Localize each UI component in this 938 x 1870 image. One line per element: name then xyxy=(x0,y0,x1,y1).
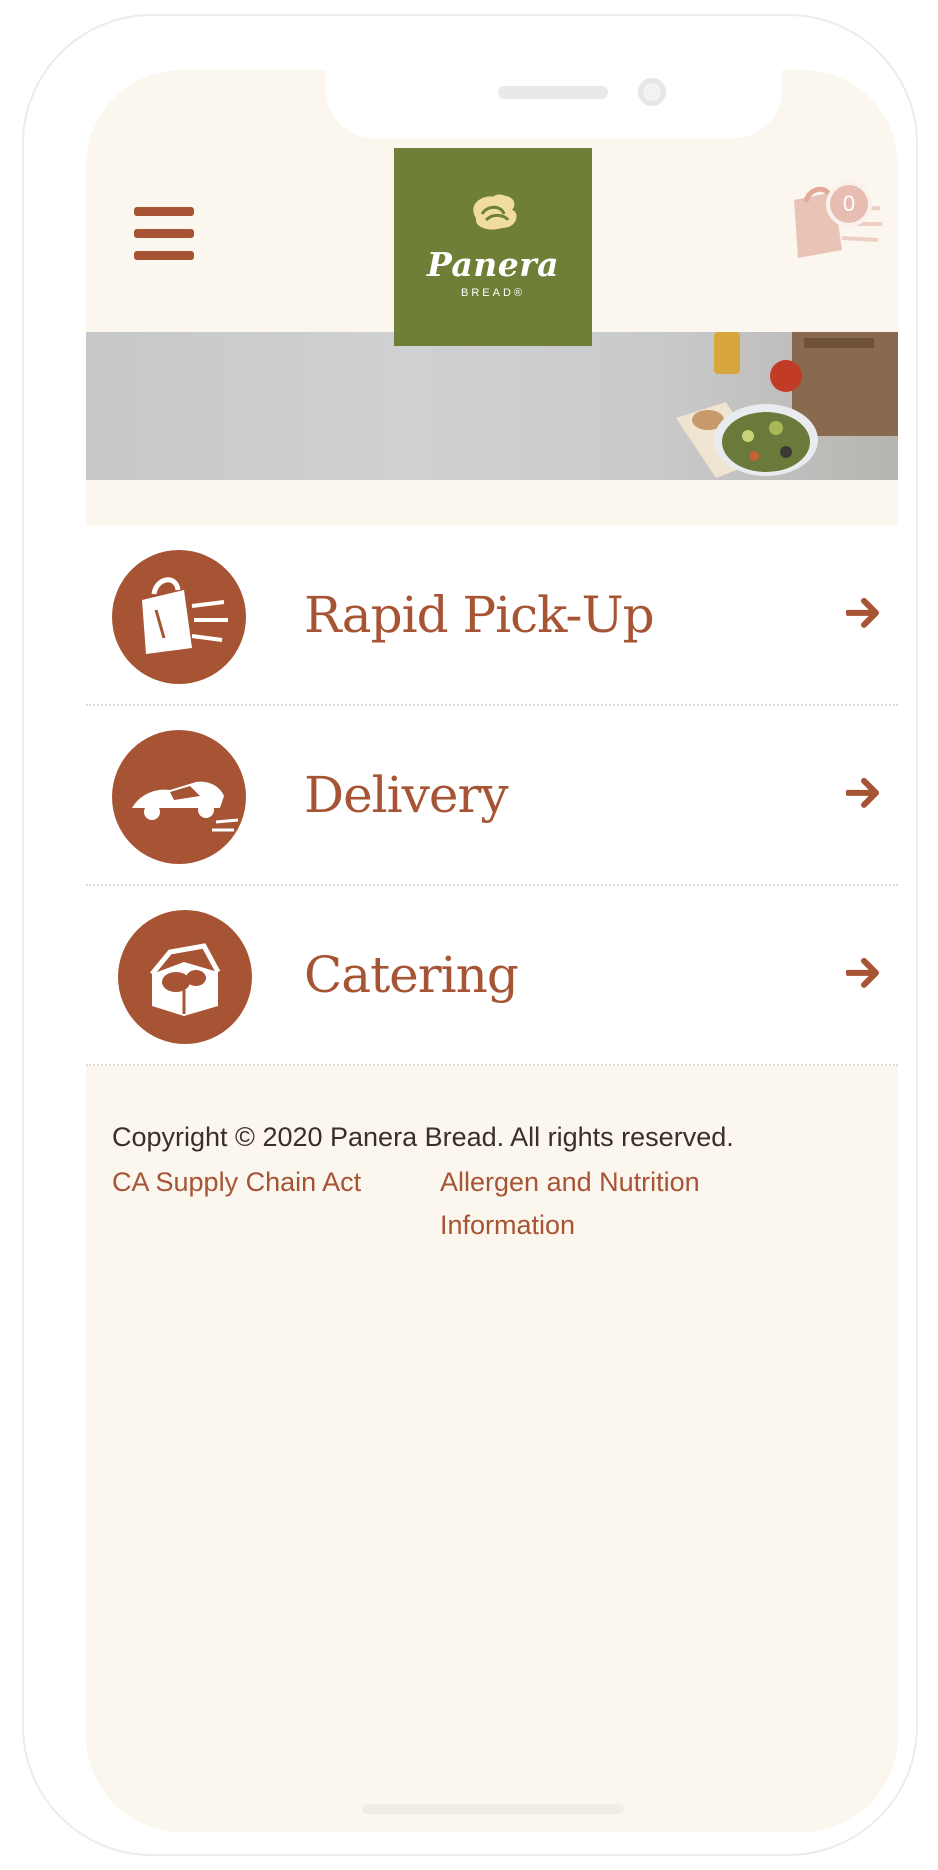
catering-box-icon xyxy=(118,910,252,1044)
allergen-link-line1: Allergen and Nutrition xyxy=(440,1167,700,1197)
option-label: Rapid Pick-Up xyxy=(304,586,655,644)
hero-banner xyxy=(86,332,898,480)
fast-bag-icon xyxy=(112,550,246,684)
logo-wordmark: Panera xyxy=(426,245,560,284)
order-options-list: Rapid Pick-Up Delivery Catering xyxy=(86,526,898,1066)
front-camera xyxy=(638,78,666,106)
option-catering[interactable]: Catering xyxy=(86,886,898,1066)
cart-count-badge: 0 xyxy=(830,185,868,223)
device-notch xyxy=(326,70,782,138)
food-banner-image xyxy=(676,332,898,478)
option-label: Catering xyxy=(304,946,519,1004)
delivery-car-icon xyxy=(112,730,246,864)
arrow-right-icon xyxy=(846,597,879,628)
screen: Panera BREAD® 0 Rapid Pick-Up Delivery C… xyxy=(86,70,898,1832)
cart-button[interactable]: 0 xyxy=(784,180,884,270)
device-frame: Panera BREAD® 0 Rapid Pick-Up Delivery C… xyxy=(22,14,918,1856)
speaker-grille xyxy=(498,86,608,99)
logo-subtitle: BREAD® xyxy=(460,287,525,299)
option-delivery[interactable]: Delivery xyxy=(86,706,898,886)
option-rapid-pickup[interactable]: Rapid Pick-Up xyxy=(86,526,898,706)
ca-supply-chain-link[interactable]: CA Supply Chain Act xyxy=(112,1161,361,1204)
allergen-link-line2: Information xyxy=(440,1210,576,1240)
arrow-right-icon xyxy=(846,777,879,808)
allergen-nutrition-link[interactable]: Allergen and Nutrition Information xyxy=(440,1161,700,1247)
copyright-text: Copyright © 2020 Panera Bread. All right… xyxy=(112,1122,734,1152)
option-label: Delivery xyxy=(304,766,509,824)
panera-logo[interactable]: Panera BREAD® xyxy=(394,148,592,346)
hamburger-menu-icon[interactable] xyxy=(134,207,194,261)
arrow-right-icon xyxy=(846,957,879,988)
home-indicator[interactable] xyxy=(362,1804,624,1814)
